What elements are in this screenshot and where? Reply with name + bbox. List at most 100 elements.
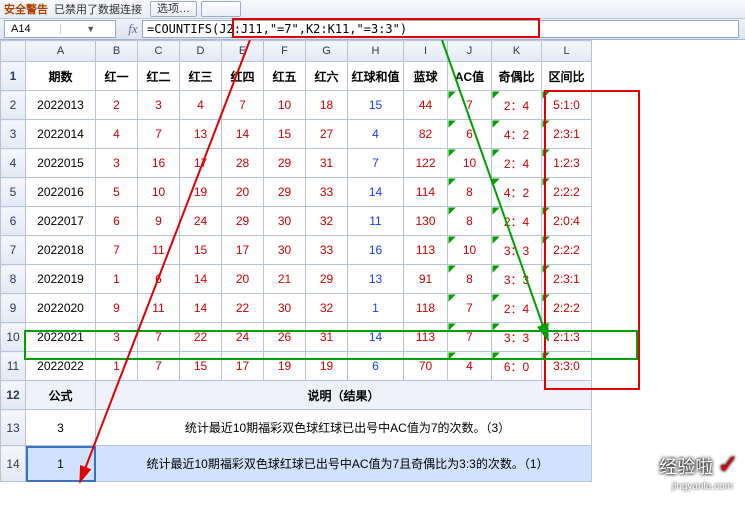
- cell-G[interactable]: 29: [306, 265, 348, 294]
- name-box[interactable]: A14 ▼: [4, 20, 116, 38]
- cell-C[interactable]: 9: [138, 207, 180, 236]
- cell-G[interactable]: 18: [306, 91, 348, 120]
- cell-A[interactable]: 2022013: [26, 91, 96, 120]
- cell-I[interactable]: 130: [404, 207, 448, 236]
- cell-I[interactable]: 82: [404, 120, 448, 149]
- cell-F[interactable]: 29: [264, 178, 306, 207]
- cell-D[interactable]: 19: [180, 178, 222, 207]
- cell-K[interactable]: 3：3: [492, 265, 542, 294]
- cell-B[interactable]: 1: [96, 352, 138, 381]
- cell-G[interactable]: 33: [306, 236, 348, 265]
- cell-H[interactable]: 13: [348, 265, 404, 294]
- spreadsheet-grid[interactable]: A B C D E F G H I J K L 1 期数 红一 红二 红三 红四…: [0, 40, 592, 482]
- cell-I[interactable]: 70: [404, 352, 448, 381]
- row-head[interactable]: 12: [1, 381, 26, 410]
- cell-H[interactable]: 4: [348, 120, 404, 149]
- hdr-G[interactable]: 红六: [306, 62, 348, 91]
- col-head-G[interactable]: G: [306, 41, 348, 62]
- cell-E[interactable]: 14: [222, 120, 264, 149]
- cell-H[interactable]: 7: [348, 149, 404, 178]
- cell-A[interactable]: 2022016: [26, 178, 96, 207]
- cell-L[interactable]: 2:2:2: [542, 178, 592, 207]
- cell-K[interactable]: 2：4: [492, 149, 542, 178]
- cell-D[interactable]: 24: [180, 207, 222, 236]
- cell-I[interactable]: 44: [404, 91, 448, 120]
- cell-J[interactable]: 4: [448, 352, 492, 381]
- cell-F[interactable]: 10: [264, 91, 306, 120]
- col-head-I[interactable]: I: [404, 41, 448, 62]
- cell-F[interactable]: 29: [264, 149, 306, 178]
- col-head-L[interactable]: L: [542, 41, 592, 62]
- cell-F[interactable]: 30: [264, 294, 306, 323]
- cell-K[interactable]: 2：4: [492, 294, 542, 323]
- cell-E[interactable]: 28: [222, 149, 264, 178]
- row-head[interactable]: 8: [1, 265, 26, 294]
- cell-L[interactable]: 3:3:0: [542, 352, 592, 381]
- cell-C[interactable]: 7: [138, 120, 180, 149]
- cell-D[interactable]: 13: [180, 120, 222, 149]
- cell-G[interactable]: 32: [306, 294, 348, 323]
- formula-bar[interactable]: =COUNTIFS(J2:J11,"=7",K2:K11,"=3:3"): [142, 20, 739, 38]
- cell-J[interactable]: 7: [448, 323, 492, 352]
- cell-B[interactable]: 5: [96, 178, 138, 207]
- cell-F[interactable]: 15: [264, 120, 306, 149]
- cell-J[interactable]: 7: [448, 294, 492, 323]
- cell-G[interactable]: 19: [306, 352, 348, 381]
- cell-K[interactable]: 4：2: [492, 120, 542, 149]
- row-head[interactable]: 7: [1, 236, 26, 265]
- cell-K[interactable]: 2：4: [492, 91, 542, 120]
- hdr-K[interactable]: 奇偶比: [492, 62, 542, 91]
- active-cell[interactable]: 1: [26, 446, 96, 482]
- result-value[interactable]: 3: [26, 410, 96, 446]
- cell-G[interactable]: 32: [306, 207, 348, 236]
- col-head-J[interactable]: J: [448, 41, 492, 62]
- cell-H[interactable]: 11: [348, 207, 404, 236]
- cell-B[interactable]: 6: [96, 207, 138, 236]
- hdr-D[interactable]: 红三: [180, 62, 222, 91]
- options-button-2[interactable]: [201, 1, 241, 17]
- cell-A[interactable]: 2022018: [26, 236, 96, 265]
- cell-H[interactable]: 1: [348, 294, 404, 323]
- cell-B[interactable]: 7: [96, 236, 138, 265]
- cell-C[interactable]: 7: [138, 352, 180, 381]
- cell-E[interactable]: 24: [222, 323, 264, 352]
- col-head-E[interactable]: E: [222, 41, 264, 62]
- cell-J[interactable]: 8: [448, 178, 492, 207]
- row-head[interactable]: 6: [1, 207, 26, 236]
- cell-F[interactable]: 21: [264, 265, 306, 294]
- cell-E[interactable]: 7: [222, 91, 264, 120]
- row-head[interactable]: 11: [1, 352, 26, 381]
- cell-G[interactable]: 27: [306, 120, 348, 149]
- select-all-corner[interactable]: [1, 41, 26, 62]
- cell-D[interactable]: 4: [180, 91, 222, 120]
- cell-J[interactable]: 6: [448, 120, 492, 149]
- hdr-J[interactable]: AC值: [448, 62, 492, 91]
- cell-I[interactable]: 91: [404, 265, 448, 294]
- hdr-C[interactable]: 红二: [138, 62, 180, 91]
- row-head-1[interactable]: 1: [1, 62, 26, 91]
- hdr-H[interactable]: 红球和值: [348, 62, 404, 91]
- hdr-L[interactable]: 区间比: [542, 62, 592, 91]
- cell-A[interactable]: 2022015: [26, 149, 96, 178]
- col-head-H[interactable]: H: [348, 41, 404, 62]
- cell-K[interactable]: 4：2: [492, 178, 542, 207]
- cell-C[interactable]: 11: [138, 294, 180, 323]
- cell-G[interactable]: 31: [306, 149, 348, 178]
- cell-I[interactable]: 114: [404, 178, 448, 207]
- cell-G[interactable]: 31: [306, 323, 348, 352]
- cell-K[interactable]: 3：3: [492, 323, 542, 352]
- desc-col-header[interactable]: 说明（结果）: [96, 381, 592, 410]
- result-desc[interactable]: 统计最近10期福彩双色球红球已出号中AC值为7的次数。（3）: [96, 410, 592, 446]
- options-button[interactable]: 选项…: [150, 1, 197, 17]
- col-head-F[interactable]: F: [264, 41, 306, 62]
- cell-D[interactable]: 14: [180, 265, 222, 294]
- row-head[interactable]: 10: [1, 323, 26, 352]
- cell-A[interactable]: 2022019: [26, 265, 96, 294]
- cell-I[interactable]: 118: [404, 294, 448, 323]
- cell-I[interactable]: 122: [404, 149, 448, 178]
- col-head-B[interactable]: B: [96, 41, 138, 62]
- cell-H[interactable]: 6: [348, 352, 404, 381]
- cell-F[interactable]: 19: [264, 352, 306, 381]
- cell-C[interactable]: 16: [138, 149, 180, 178]
- cell-I[interactable]: 113: [404, 236, 448, 265]
